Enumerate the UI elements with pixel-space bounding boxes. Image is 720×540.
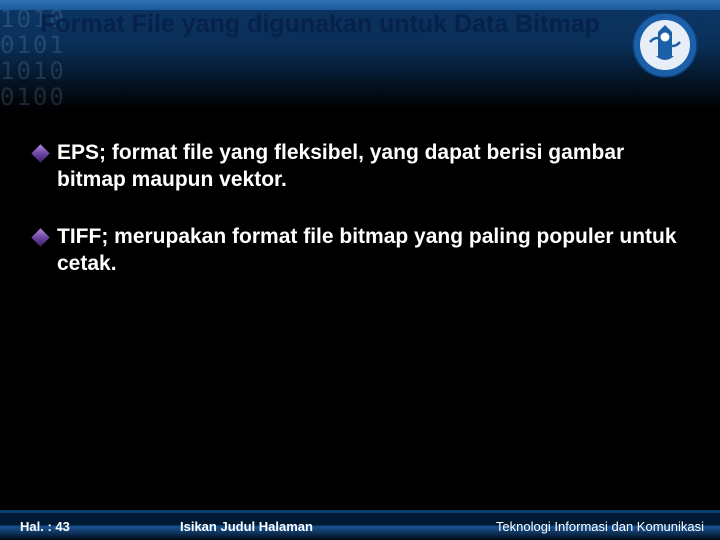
logo-icon [632,12,698,78]
diamond-bullet-icon [31,144,49,162]
diamond-bullet-icon [31,228,49,246]
list-item: EPS; format file yang fleksibel, yang da… [34,140,686,194]
footer-bar: Hal. : 43 Isikan Judul Halaman Teknologi… [0,510,720,540]
page-number: Hal. : 43 [0,519,180,534]
content-area: EPS; format file yang fleksibel, yang da… [34,140,686,308]
list-item: TIFF; merupakan format file bitmap yang … [34,224,686,278]
bullet-text: TIFF; merupakan format file bitmap yang … [57,224,686,278]
top-accent-stripe [0,0,720,10]
bullet-text: EPS; format file yang fleksibel, yang da… [57,140,686,194]
slide-title: Format File yang digunakan untuk Data Bi… [40,10,600,40]
footer-subject: Teknologi Informasi dan Komunikasi [490,519,720,534]
footer-title-placeholder: Isikan Judul Halaman [180,519,490,534]
